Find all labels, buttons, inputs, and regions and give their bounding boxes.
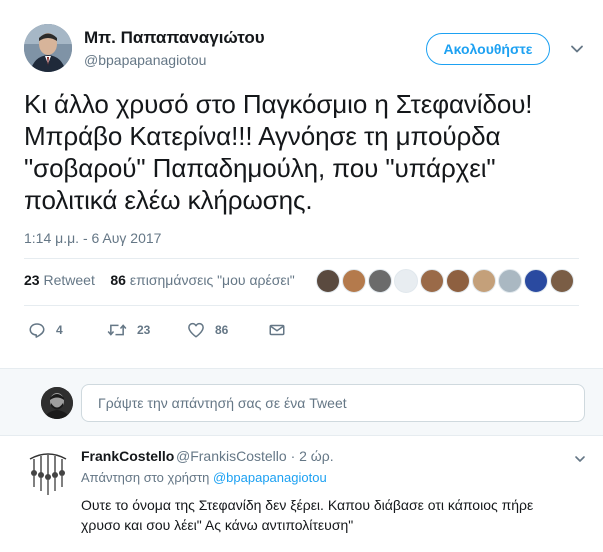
liker-avatar[interactable]: [446, 269, 470, 293]
reply-text: Ουτε το όνομα της Στεφανίδη δεν ξέρει. Κ…: [81, 495, 581, 535]
retweet-stat[interactable]: 23 Retweet: [24, 272, 95, 288]
like-count: 86: [215, 323, 229, 337]
tweet-stats: 23 Retweet 86 επισημάνσεις "μου αρέσει": [24, 272, 295, 288]
tweet-text: Κι άλλο χρυσό στο Παγκόσμιο η Στεφανίδου…: [24, 88, 594, 216]
user-avatar[interactable]: [41, 387, 73, 419]
tweet-actions: 4 23 86: [0, 318, 603, 342]
reply-author-avatar[interactable]: [24, 449, 72, 497]
retweet-stat-label: Retweet: [43, 272, 95, 288]
reply-icon: [29, 323, 45, 338]
divider: [24, 258, 579, 259]
liker-avatar[interactable]: [550, 269, 574, 293]
retweet-stat-count: 23: [24, 272, 40, 288]
envelope-icon: [269, 324, 285, 336]
reply-tweet: FrankCostello @FrankisCostello · 2 ώρ. Α…: [0, 437, 603, 552]
heart-icon: [188, 322, 204, 338]
reply-to-mention[interactable]: @bpapapanagiotou: [213, 470, 327, 485]
reply-action[interactable]: 4: [28, 318, 63, 342]
author-name[interactable]: Μπ. Παπαπαναγιώτου: [84, 28, 265, 48]
reply-to: Απάντηση στο χρήστη @bpapapanagiotou: [81, 470, 327, 485]
liker-avatar[interactable]: [368, 269, 392, 293]
like-stat-count: 86: [110, 272, 126, 288]
author-avatar[interactable]: [24, 24, 72, 72]
divider: [24, 305, 579, 306]
retweet-icon: [107, 324, 127, 336]
like-action[interactable]: 86: [187, 318, 228, 342]
reply-text-line: Ουτε το όνομα της Στεφανίδη δεν ξέρει. Κ…: [81, 497, 534, 513]
retweet-count: 23: [137, 323, 151, 337]
direct-message-action[interactable]: [268, 318, 296, 342]
reply-composer: [0, 368, 603, 436]
tweet-text-line: πολιτικά ελέω κλήρωσης.: [24, 185, 313, 215]
reply-text-line: χρυσο και σου λέει" Ας κάνω αντιπολίτευσ…: [81, 517, 354, 533]
tweet-timestamp[interactable]: 1:14 μ.μ. - 6 Αυγ 2017: [24, 230, 161, 246]
tweet-text-line: Μπράβο Κατερίνα!!! Αγνόησε τη μπούρδα: [24, 121, 501, 151]
follow-button[interactable]: Ακολουθήστε: [426, 33, 550, 65]
tweet-text-line: Κι άλλο χρυσό στο Παγκόσμιο η Στεφανίδου…: [24, 89, 533, 119]
like-stat-label: επισημάνσεις "μου αρέσει": [129, 272, 295, 288]
like-stat[interactable]: 86 επισημάνσεις "μου αρέσει": [110, 272, 294, 288]
liker-avatar[interactable]: [316, 269, 340, 293]
liker-avatar[interactable]: [498, 269, 522, 293]
retweet-action[interactable]: 23: [107, 318, 150, 342]
reply-input[interactable]: [81, 384, 585, 422]
reply-author-name[interactable]: FrankCostello: [81, 448, 174, 464]
chevron-down-icon[interactable]: [570, 42, 584, 56]
tweet-text-line: "σοβαρού" Παπαδημούλη, που "υπάρχει": [24, 153, 496, 183]
chevron-down-icon[interactable]: [574, 453, 586, 465]
liker-avatar[interactable]: [472, 269, 496, 293]
author-handle[interactable]: @bpapapanagiotou: [84, 52, 206, 68]
reply-to-label: Απάντηση στο χρήστη: [81, 470, 210, 485]
reply-author-handle[interactable]: @FrankisCostello · 2 ώρ.: [176, 448, 334, 464]
liker-avatar[interactable]: [342, 269, 366, 293]
liker-avatar[interactable]: [394, 269, 418, 293]
reply-count: 4: [56, 323, 63, 337]
tweet: Μπ. Παπαπαναγιώτου @bpapapanagiotou Ακολ…: [0, 0, 603, 368]
liker-avatar[interactable]: [420, 269, 444, 293]
liker-avatar[interactable]: [524, 269, 548, 293]
